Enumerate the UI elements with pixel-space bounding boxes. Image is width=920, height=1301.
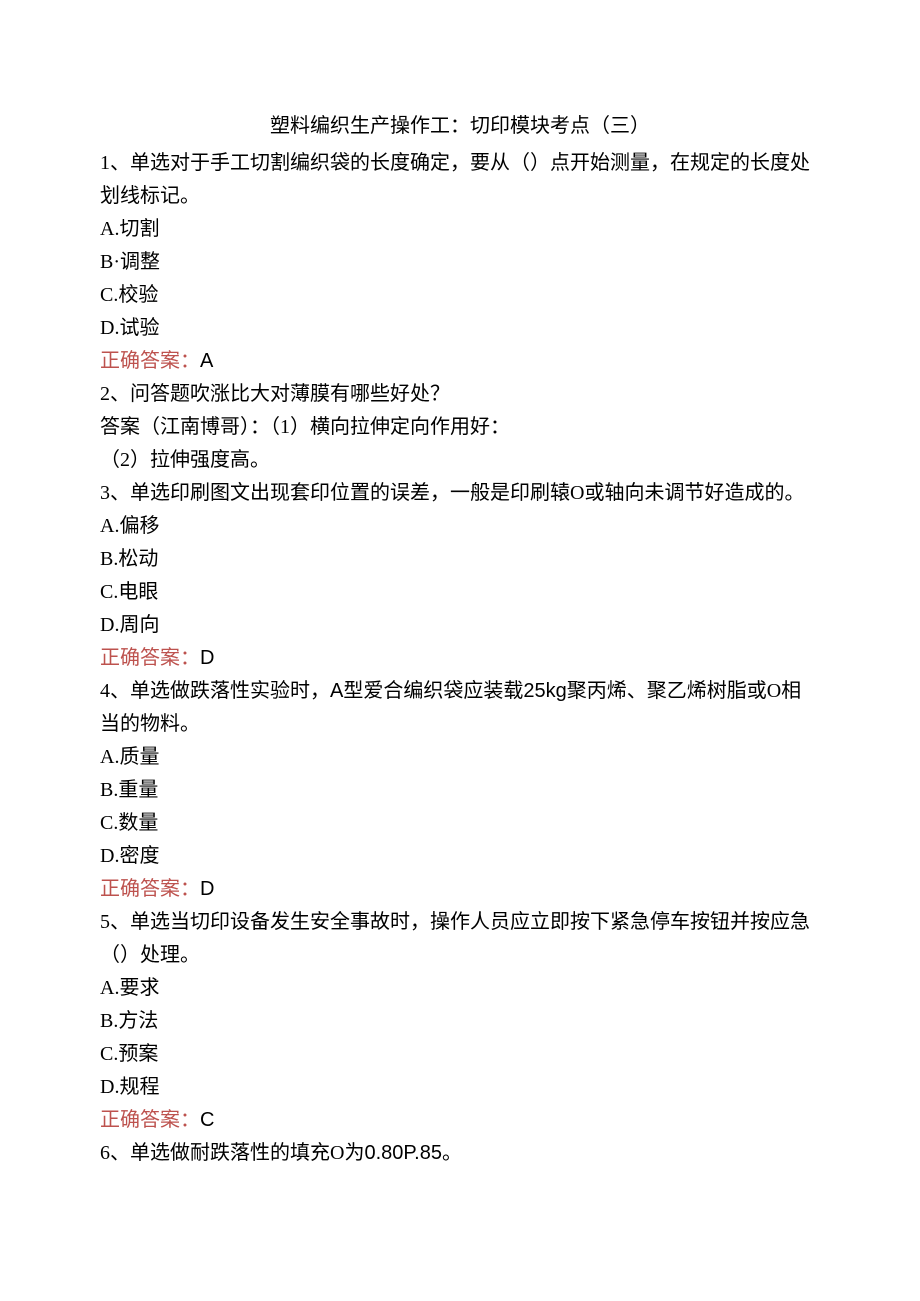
q3-option-d: D.周向 bbox=[100, 609, 820, 642]
q3-answer-label: 正确答案： bbox=[100, 647, 200, 669]
document-title: 塑料编织生产操作工：切印模块考点（三） bbox=[100, 110, 820, 143]
q4-option-d: D.密度 bbox=[100, 840, 820, 873]
q4-stem: 4、单选做跌落性实验时，A型爱合编织袋应装载25kg聚丙烯、聚乙烯树脂或O相当的… bbox=[100, 675, 820, 741]
q2-stem: 2、问答题吹涨比大对薄膜有哪些好处？ bbox=[100, 378, 820, 411]
document-page: 塑料编织生产操作工：切印模块考点（三） 1、单选对于手工切割编织袋的长度确定，要… bbox=[0, 0, 920, 1301]
q4-option-a: A.质量 bbox=[100, 741, 820, 774]
q4-answer-value: D bbox=[200, 878, 214, 900]
q5-option-d: D.规程 bbox=[100, 1071, 820, 1104]
q1-option-d: D.试验 bbox=[100, 312, 820, 345]
q3-option-c: C.电眼 bbox=[100, 576, 820, 609]
q5-option-b: B.方法 bbox=[100, 1005, 820, 1038]
q1-option-b: B·调整 bbox=[100, 246, 820, 279]
q1-answer-value: A bbox=[200, 350, 213, 372]
q1-answer: 正确答案：A bbox=[100, 345, 820, 378]
q3-answer: 正确答案：D bbox=[100, 642, 820, 675]
q1-stem: 1、单选对于手工切割编织袋的长度确定，要从（）点开始测量，在规定的长度处划线标记… bbox=[100, 147, 820, 213]
q3-option-a: A.偏移 bbox=[100, 510, 820, 543]
q4-stem-p3: 型爱合编织袋应装载 bbox=[343, 680, 523, 702]
q1-option-a: A.切割 bbox=[100, 213, 820, 246]
q6-stem: 6、单选做耐跌落性的填充O为0.80P.85。 bbox=[100, 1137, 820, 1170]
q5-stem: 5、单选当切印设备发生安全事故时，操作人员应立即按下紧急停车按钮并按应急（）处理… bbox=[100, 906, 820, 972]
q6-stem-p2: 0.80P.85 bbox=[364, 1142, 442, 1164]
q4-answer-label: 正确答案： bbox=[100, 878, 200, 900]
q5-answer-value: C bbox=[200, 1109, 214, 1131]
q3-stem: 3、单选印刷图文出现套印位置的误差，一般是印刷辕O或轴向未调节好造成的。 bbox=[100, 477, 820, 510]
q3-answer-value: D bbox=[200, 647, 214, 669]
q4-stem-p4: 25kg bbox=[523, 680, 566, 702]
q5-answer: 正确答案：C bbox=[100, 1104, 820, 1137]
q6-stem-p3: 。 bbox=[442, 1142, 462, 1164]
q4-option-c: C.数量 bbox=[100, 807, 820, 840]
q3-option-b: B.松动 bbox=[100, 543, 820, 576]
q2-answer-2: （2）拉伸强度高。 bbox=[100, 444, 820, 477]
q1-answer-label: 正确答案： bbox=[100, 350, 200, 372]
q6-stem-p1: 6、单选做耐跌落性的填充O为 bbox=[100, 1142, 364, 1164]
q2-answer-1: 答案（江南博哥）：（1）横向拉伸定向作用好： bbox=[100, 411, 820, 444]
q5-option-a: A.要求 bbox=[100, 972, 820, 1005]
q4-answer: 正确答案：D bbox=[100, 873, 820, 906]
q4-stem-p1: 4、单选做跌落性实验时， bbox=[100, 680, 330, 702]
q5-option-c: C.预案 bbox=[100, 1038, 820, 1071]
q4-option-b: B.重量 bbox=[100, 774, 820, 807]
q4-stem-p2: A bbox=[330, 680, 343, 702]
q5-answer-label: 正确答案： bbox=[100, 1109, 200, 1131]
q1-option-c: C.校验 bbox=[100, 279, 820, 312]
